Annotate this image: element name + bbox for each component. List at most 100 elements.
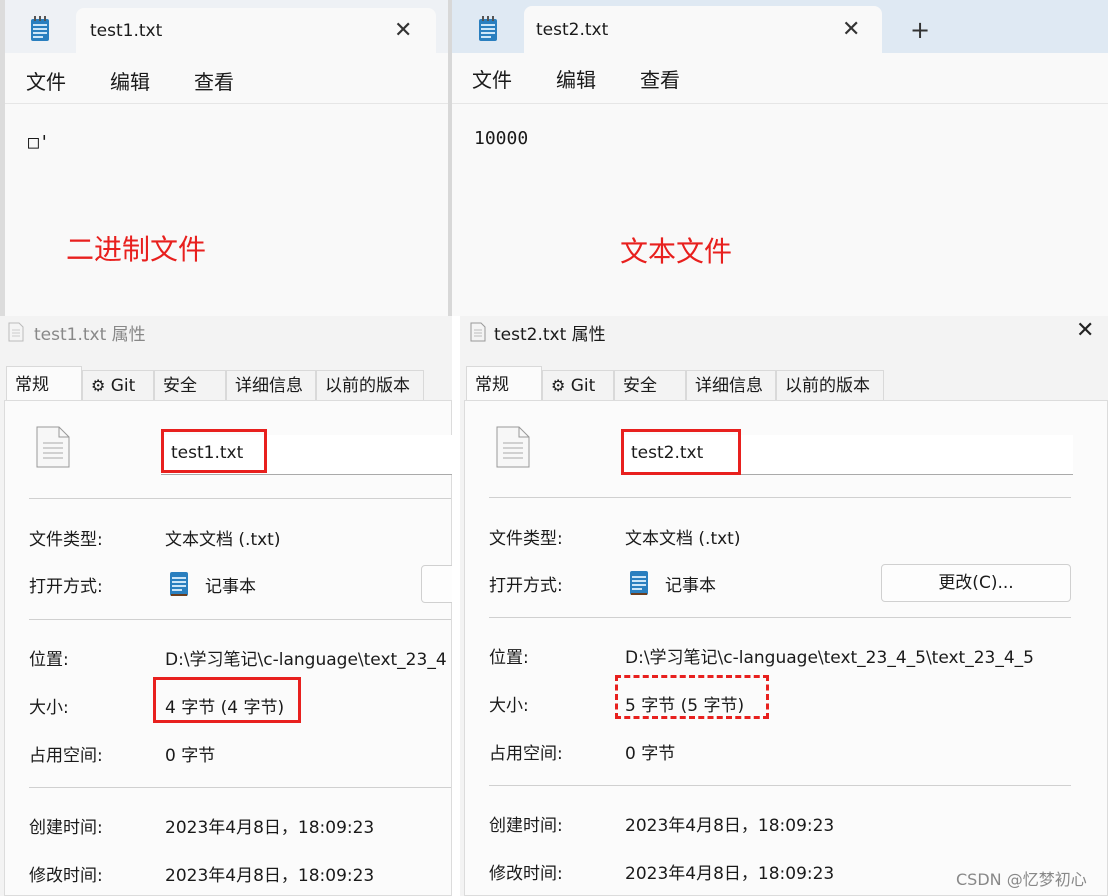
- highlight-filename: [621, 429, 741, 475]
- tab-security[interactable]: 安全: [614, 370, 686, 400]
- annotation-text-file: 文本文件: [620, 235, 733, 268]
- tab-git[interactable]: ⚙ Git: [542, 370, 614, 400]
- change-button[interactable]: 更改(C)...: [881, 564, 1071, 602]
- tab-general[interactable]: 常规: [6, 366, 82, 400]
- open-with-value: 记事本: [665, 576, 716, 596]
- tab-label: Git: [110, 376, 136, 396]
- change-button-label: 更改(C)...: [938, 573, 1014, 593]
- dialog-file-icon: [8, 322, 24, 346]
- separator: [29, 498, 451, 499]
- new-tab-button[interactable]: +: [910, 16, 930, 44]
- location-value: D:\学习笔记\c-language\text_23_4: [165, 650, 447, 670]
- tab-test2[interactable]: test2.txt ✕: [524, 6, 882, 53]
- modified-value: 2023年4月8日，18:09:23: [165, 866, 375, 886]
- type-label: 文件类型:: [29, 530, 103, 550]
- dialog-title: test2.txt 属性: [494, 325, 606, 345]
- highlight-size: [153, 677, 301, 723]
- file-content: 10000: [474, 128, 529, 149]
- properties-dialog-left: test1.txt 属性 常规 ⚙ Git 安全 详细信息 以前的版本 test…: [0, 316, 452, 896]
- change-button-partial[interactable]: [421, 565, 452, 603]
- tab-label: 安全: [623, 376, 657, 396]
- tab-general[interactable]: 常规: [466, 366, 542, 400]
- menu-view[interactable]: 查看: [194, 66, 234, 95]
- close-icon[interactable]: ✕: [1076, 318, 1094, 343]
- separator: [489, 617, 1071, 618]
- separator: [489, 497, 1071, 498]
- annotation-binary-file: 二进制文件: [66, 233, 207, 266]
- notepad-app-icon: [30, 16, 50, 41]
- git-icon: ⚙: [551, 376, 566, 395]
- notepad-app-icon: [478, 16, 498, 41]
- tab-title: test1.txt: [90, 21, 163, 41]
- open-with-label: 打开方式:: [489, 576, 563, 596]
- git-icon: ⚙: [91, 376, 106, 395]
- menu-file[interactable]: 文件: [472, 64, 512, 93]
- open-with-value: 记事本: [205, 577, 256, 597]
- window-edge-left: [0, 0, 5, 316]
- tab-label: 详细信息: [695, 376, 763, 396]
- tab-label: 安全: [163, 376, 197, 396]
- location-label: 位置:: [29, 650, 69, 670]
- tab-details[interactable]: 详细信息: [686, 370, 776, 400]
- tab-security[interactable]: 安全: [154, 370, 226, 400]
- disk-size-value: 0 字节: [165, 746, 216, 766]
- document-icon: [35, 425, 71, 473]
- tab-test1[interactable]: test1.txt ✕: [76, 8, 436, 53]
- tab-title: test2.txt: [536, 20, 609, 40]
- tab-previous-versions[interactable]: 以前的版本: [316, 370, 424, 400]
- menu-bar: 文件 编辑 查看: [0, 53, 450, 104]
- modified-label: 修改时间:: [29, 866, 103, 886]
- disk-size-label: 占用空间:: [489, 744, 563, 764]
- highlight-filename: [161, 429, 267, 473]
- dialog-file-icon: [470, 322, 486, 346]
- modified-label: 修改时间:: [489, 864, 563, 884]
- close-tab-icon[interactable]: ✕: [842, 19, 860, 41]
- highlight-size: [615, 675, 769, 719]
- tab-previous-versions[interactable]: 以前的版本: [776, 370, 884, 400]
- menu-file[interactable]: 文件: [26, 66, 66, 95]
- tab-details[interactable]: 详细信息: [226, 370, 316, 400]
- close-tab-icon[interactable]: ✕: [394, 20, 412, 42]
- disk-size-label: 占用空间:: [29, 746, 103, 766]
- created-value: 2023年4月8日，18:09:23: [625, 816, 835, 836]
- tab-label: 以前的版本: [785, 376, 870, 396]
- modified-value: 2023年4月8日，18:09:23: [625, 864, 835, 884]
- location-value: D:\学习笔记\c-language\text_23_4_5\text_23_4…: [625, 648, 1034, 668]
- type-value: 文本文档 (.txt): [165, 530, 281, 550]
- menu-bar: 文件 编辑 查看: [452, 53, 1108, 104]
- created-label: 创建时间:: [29, 818, 103, 838]
- tab-git[interactable]: ⚙ Git: [82, 370, 154, 400]
- notepad-icon: [169, 569, 189, 601]
- tab-label: 常规: [475, 375, 509, 395]
- tab-label: Git: [570, 376, 596, 396]
- disk-size-value: 0 字节: [625, 744, 676, 764]
- notepad-window-left: test1.txt ✕ 文件 编辑 查看 □' 二进制文件: [0, 0, 450, 316]
- created-value: 2023年4月8日，18:09:23: [165, 818, 375, 838]
- notepad-window-right: test2.txt ✕ + 文件 编辑 查看 10000 文本文件: [452, 0, 1108, 316]
- separator: [29, 787, 451, 788]
- menu-edit[interactable]: 编辑: [556, 64, 596, 93]
- type-label: 文件类型:: [489, 529, 563, 549]
- tab-label: 以前的版本: [325, 376, 410, 396]
- text-area[interactable]: □' 二进制文件: [0, 104, 450, 316]
- notepad-icon: [629, 568, 649, 600]
- text-area[interactable]: 10000 文本文件: [452, 104, 1108, 316]
- document-icon: [495, 425, 531, 473]
- menu-view[interactable]: 查看: [640, 64, 680, 93]
- size-label: 大小:: [29, 698, 69, 718]
- separator: [489, 785, 1071, 786]
- properties-dialog-right: test2.txt 属性 ✕ 常规 ⚙ Git 安全 详细信息 以前的版本 te…: [460, 316, 1108, 896]
- general-panel: test2.txt 文件类型: 文本文档 (.txt) 打开方式: 记事本 更改…: [464, 400, 1108, 896]
- watermark: CSDN @忆梦初心: [956, 870, 1087, 889]
- menu-edit[interactable]: 编辑: [110, 66, 150, 95]
- location-label: 位置:: [489, 648, 529, 668]
- open-with-label: 打开方式:: [29, 577, 103, 597]
- tab-label: 常规: [15, 375, 49, 395]
- size-label: 大小:: [489, 696, 529, 716]
- created-label: 创建时间:: [489, 816, 563, 836]
- type-value: 文本文档 (.txt): [625, 529, 741, 549]
- general-panel: test1.txt 文件类型: 文本文档 (.txt) 打开方式: 记事本 位置…: [4, 400, 452, 896]
- dialog-title: test1.txt 属性: [34, 325, 146, 345]
- tab-label: 详细信息: [235, 376, 303, 396]
- file-content: □': [28, 132, 50, 153]
